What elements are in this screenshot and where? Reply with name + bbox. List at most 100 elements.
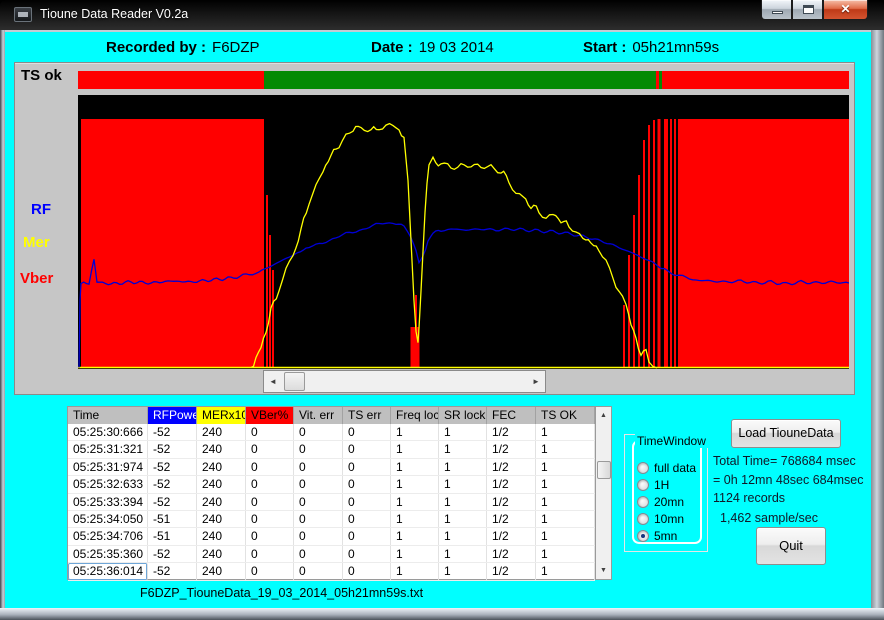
table-cell[interactable]: 0 [343,511,391,527]
table-cell[interactable]: 1 [536,511,595,527]
load-tiounedata-button[interactable]: Load TiouneData [731,419,841,448]
table-cell[interactable]: 240 [197,441,246,457]
table-cell[interactable]: 0 [343,563,391,579]
column-header-rfpower[interactable]: RFPower [148,407,197,424]
table-cell[interactable]: 1/2 [487,546,536,562]
titlebar[interactable]: Tioune Data Reader V0.2a ✕ [0,0,884,30]
table-cell[interactable]: 1 [391,441,439,457]
table-cell[interactable]: -52 [148,424,197,440]
table-cell[interactable]: 240 [197,476,246,492]
table-row[interactable]: 05:25:34:706-51240000111/21 [68,528,595,545]
table-cell[interactable]: 1/2 [487,563,536,579]
column-header-fec[interactable]: FEC [487,407,536,424]
table-cell[interactable]: 0 [246,494,294,510]
table-vertical-scrollbar[interactable]: ▲ ▼ [595,407,611,579]
table-cell[interactable]: 1/2 [487,476,536,492]
column-header-merx10[interactable]: MERx10 [197,407,246,424]
column-header-ts-err[interactable]: TS err [343,407,391,424]
table-cell[interactable]: 05:25:34:706 [68,528,148,544]
table-cell[interactable]: 0 [246,441,294,457]
table-cell[interactable]: 0 [246,476,294,492]
table-cell[interactable]: 0 [246,511,294,527]
table-cell[interactable]: 0 [343,459,391,475]
scrollbar-thumb[interactable] [284,372,305,391]
table-cell[interactable]: 0 [294,441,343,457]
table-cell[interactable]: 1 [536,528,595,544]
table-cell[interactable]: 0 [343,441,391,457]
table-cell[interactable]: 1 [536,441,595,457]
minimize-button[interactable] [761,0,792,20]
table-cell[interactable]: 1 [391,494,439,510]
table-cell[interactable]: 1 [439,511,487,527]
table-cell[interactable]: 05:25:33:394 [68,494,148,510]
table-cell[interactable]: 0 [294,546,343,562]
radio-option-1H[interactable]: 1H [637,476,696,493]
table-cell[interactable]: 1 [391,459,439,475]
column-header-vit-err[interactable]: Vit. err [294,407,343,424]
table-cell[interactable]: 240 [197,459,246,475]
scroll-left-button[interactable]: ◄ [264,371,282,392]
table-cell[interactable]: 1/2 [487,424,536,440]
radio-option-full-data[interactable]: full data [637,459,696,476]
table-cell[interactable]: 1 [536,494,595,510]
table-cell[interactable]: 0 [246,546,294,562]
table-cell[interactable]: 05:25:31:974 [68,459,148,475]
table-cell[interactable]: -51 [148,528,197,544]
table-cell[interactable]: 0 [343,494,391,510]
table-row[interactable]: 05:25:31:321-52240000111/21 [68,441,595,458]
table-cell[interactable]: 1 [536,563,595,579]
table-row[interactable]: 05:25:32:633-52240000111/21 [68,476,595,493]
table-row[interactable]: 05:25:30:666-52240000111/21 [68,424,595,441]
column-header-vber-[interactable]: VBer% [246,407,294,424]
chart-horizontal-scrollbar[interactable]: ◄ ► [263,370,546,393]
table-row[interactable]: 05:25:33:394-52240000111/21 [68,494,595,511]
table-cell[interactable]: 1/2 [487,528,536,544]
table-cell[interactable]: 0 [246,528,294,544]
maximize-button[interactable] [792,0,823,20]
scrollbar-track[interactable] [282,371,527,392]
table-cell[interactable]: 1 [439,476,487,492]
table-cell[interactable]: 1/2 [487,494,536,510]
table-cell[interactable]: 0 [343,546,391,562]
table-cell[interactable]: 1 [391,528,439,544]
column-header-sr-lock[interactable]: SR lock [439,407,487,424]
table-cell[interactable]: -52 [148,459,197,475]
table-cell[interactable]: 0 [294,494,343,510]
table-row[interactable]: 05:25:36:014-52240000111/21 [68,563,595,580]
scroll-down-button[interactable]: ▼ [596,562,611,579]
table-cell[interactable]: 1 [391,563,439,579]
table-cell[interactable]: -52 [148,476,197,492]
table-cell[interactable]: -52 [148,494,197,510]
table-cell[interactable]: 0 [246,424,294,440]
table-cell[interactable]: 0 [343,424,391,440]
table-cell[interactable]: 240 [197,511,246,527]
table-cell[interactable]: 1 [439,546,487,562]
table-cell[interactable]: 0 [246,459,294,475]
table-cell[interactable]: 1/2 [487,511,536,527]
table-cell[interactable]: -52 [148,563,197,579]
table-cell[interactable]: 1 [439,563,487,579]
table-cell[interactable]: 05:25:34:050 [68,511,148,527]
table-cell[interactable]: 1 [439,528,487,544]
table-cell[interactable]: 1 [439,459,487,475]
table-cell[interactable]: 0 [294,563,343,579]
table-cell[interactable]: 1 [391,546,439,562]
scroll-up-button[interactable]: ▲ [596,407,611,424]
table-cell[interactable]: 1 [536,476,595,492]
table-cell[interactable]: 0 [246,563,294,579]
table-cell[interactable]: 1 [536,546,595,562]
table-cell[interactable]: 0 [294,476,343,492]
table-cell[interactable]: 240 [197,563,246,579]
table-cell[interactable]: -51 [148,511,197,527]
radio-option-20mn[interactable]: 20mn [637,493,696,510]
column-header-freq-lock[interactable]: Freq lock [391,407,439,424]
table-cell[interactable]: 1/2 [487,459,536,475]
table-cell[interactable]: -52 [148,546,197,562]
table-cell[interactable]: 240 [197,424,246,440]
table-scrollbar-thumb[interactable] [597,461,611,479]
table-cell[interactable]: 1 [391,511,439,527]
radio-option-10mn[interactable]: 10mn [637,510,696,527]
table-cell[interactable]: 1 [439,441,487,457]
table-cell[interactable]: 0 [294,528,343,544]
table-cell[interactable]: 05:25:36:014 [68,563,148,579]
